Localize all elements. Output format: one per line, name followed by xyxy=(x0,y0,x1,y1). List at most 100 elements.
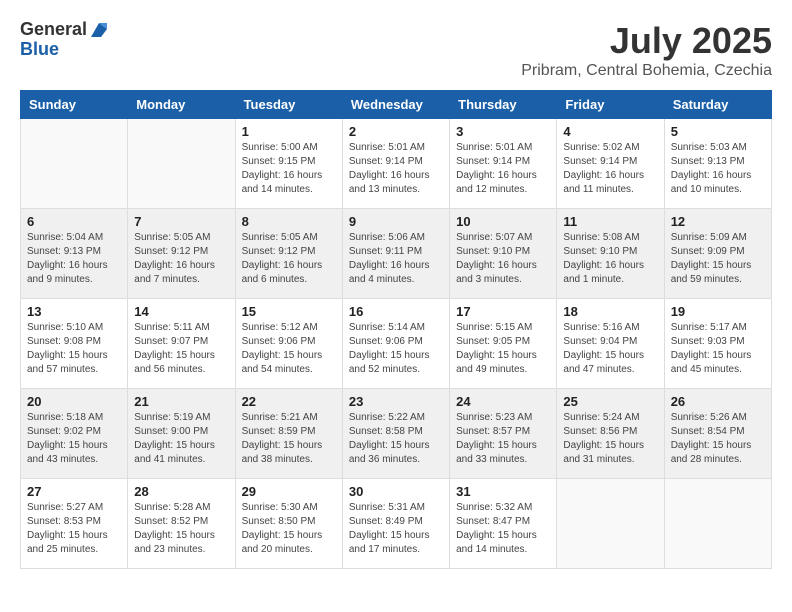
table-row: 4 Sunrise: 5:02 AM Sunset: 9:14 PM Daylig… xyxy=(557,119,664,209)
table-row: 19 Sunrise: 5:17 AM Sunset: 9:03 PM Dayli… xyxy=(664,299,771,389)
header-sunday: Sunday xyxy=(21,91,128,119)
day-number: 27 xyxy=(27,484,121,499)
header-wednesday: Wednesday xyxy=(342,91,449,119)
table-row: 22 Sunrise: 5:21 AM Sunset: 8:59 PM Dayli… xyxy=(235,389,342,479)
day-number: 20 xyxy=(27,394,121,409)
day-info: Sunrise: 5:04 AM Sunset: 9:13 PM Dayligh… xyxy=(27,231,121,287)
page-header: General Blue July 2025 Pribram, Central … xyxy=(20,20,772,80)
day-number: 11 xyxy=(563,214,657,229)
day-number: 5 xyxy=(671,124,765,139)
table-row: 18Sunrise: 5:16 AM Sunset: 9:04 PM Dayli… xyxy=(557,299,664,389)
day-info: Sunrise: 5:19 AM Sunset: 9:00 PM Dayligh… xyxy=(134,411,228,467)
table-row: 5 Sunrise: 5:03 AM Sunset: 9:13 PM Daylig… xyxy=(664,119,771,209)
table-row: 21 Sunrise: 5:19 AM Sunset: 9:00 PM Dayli… xyxy=(128,389,235,479)
table-row: 7Sunrise: 5:05 AM Sunset: 9:12 PM Daylig… xyxy=(128,209,235,299)
day-info: Sunrise: 5:21 AM Sunset: 8:59 PM Dayligh… xyxy=(242,411,336,467)
calendar-week-row: 6 Sunrise: 5:04 AM Sunset: 9:13 PM Daylig… xyxy=(21,209,772,299)
day-info: Sunrise: 5:18 AM Sunset: 9:02 PM Dayligh… xyxy=(27,411,121,467)
day-info: Sunrise: 5:08 AM Sunset: 9:10 PM Dayligh… xyxy=(563,231,657,287)
table-row: 9 Sunrise: 5:06 AM Sunset: 9:11 PM Daylig… xyxy=(342,209,449,299)
day-info: Sunrise: 5:23 AM Sunset: 8:57 PM Dayligh… xyxy=(456,411,550,467)
month-title: July 2025 xyxy=(521,20,772,62)
day-number: 13 xyxy=(27,304,121,319)
day-info: Sunrise: 5:17 AM Sunset: 9:03 PM Dayligh… xyxy=(671,321,765,377)
day-number: 4 xyxy=(563,124,657,139)
table-row: 12Sunrise: 5:09 AM Sunset: 9:09 PM Dayli… xyxy=(664,209,771,299)
table-row xyxy=(664,479,771,569)
header-monday: Monday xyxy=(128,91,235,119)
calendar-week-row: 13 Sunrise: 5:10 AM Sunset: 9:08 PM Dayli… xyxy=(21,299,772,389)
table-row: 2 Sunrise: 5:01 AM Sunset: 9:14 PM Daylig… xyxy=(342,119,449,209)
day-info: Sunrise: 5:06 AM Sunset: 9:11 PM Dayligh… xyxy=(349,231,443,287)
day-number: 21 xyxy=(134,394,228,409)
day-number: 1 xyxy=(242,124,336,139)
day-info: Sunrise: 5:31 AM Sunset: 8:49 PM Dayligh… xyxy=(349,501,443,557)
day-info: Sunrise: 5:30 AM Sunset: 8:50 PM Dayligh… xyxy=(242,501,336,557)
header-saturday: Saturday xyxy=(664,91,771,119)
day-number: 3 xyxy=(456,124,550,139)
header-thursday: Thursday xyxy=(450,91,557,119)
day-number: 9 xyxy=(349,214,443,229)
day-number: 7 xyxy=(134,214,228,229)
day-number: 2 xyxy=(349,124,443,139)
title-area: July 2025 Pribram, Central Bohemia, Czec… xyxy=(521,20,772,80)
day-info: Sunrise: 5:26 AM Sunset: 8:54 PM Dayligh… xyxy=(671,411,765,467)
calendar-table: Sunday Monday Tuesday Wednesday Thursday… xyxy=(20,90,772,569)
table-row: 20 Sunrise: 5:18 AM Sunset: 9:02 PM Dayli… xyxy=(21,389,128,479)
day-number: 12 xyxy=(671,214,765,229)
table-row: 17 Sunrise: 5:15 AM Sunset: 9:05 PM Dayli… xyxy=(450,299,557,389)
day-number: 6 xyxy=(27,214,121,229)
day-number: 15 xyxy=(242,304,336,319)
day-info: Sunrise: 5:01 AM Sunset: 9:14 PM Dayligh… xyxy=(456,141,550,197)
day-info: Sunrise: 5:07 AM Sunset: 9:10 PM Dayligh… xyxy=(456,231,550,287)
day-number: 24 xyxy=(456,394,550,409)
table-row: 6 Sunrise: 5:04 AM Sunset: 9:13 PM Daylig… xyxy=(21,209,128,299)
day-info: Sunrise: 5:32 AM Sunset: 8:47 PM Dayligh… xyxy=(456,501,550,557)
day-info: Sunrise: 5:02 AM Sunset: 9:14 PM Dayligh… xyxy=(563,141,657,197)
day-number: 23 xyxy=(349,394,443,409)
table-row: 13 Sunrise: 5:10 AM Sunset: 9:08 PM Dayli… xyxy=(21,299,128,389)
table-row: 1 Sunrise: 5:00 AM Sunset: 9:15 PM Daylig… xyxy=(235,119,342,209)
table-row: 28 Sunrise: 5:28 AM Sunset: 8:52 PM Dayli… xyxy=(128,479,235,569)
calendar-week-row: 20 Sunrise: 5:18 AM Sunset: 9:02 PM Dayli… xyxy=(21,389,772,479)
table-row: 25 Sunrise: 5:24 AM Sunset: 8:56 PM Dayli… xyxy=(557,389,664,479)
day-number: 29 xyxy=(242,484,336,499)
day-number: 19 xyxy=(671,304,765,319)
calendar-week-row: 27 Sunrise: 5:27 AM Sunset: 8:53 PM Dayli… xyxy=(21,479,772,569)
table-row: 16Sunrise: 5:14 AM Sunset: 9:06 PM Dayli… xyxy=(342,299,449,389)
day-number: 30 xyxy=(349,484,443,499)
table-row: 26Sunrise: 5:26 AM Sunset: 8:54 PM Dayli… xyxy=(664,389,771,479)
day-info: Sunrise: 5:12 AM Sunset: 9:06 PM Dayligh… xyxy=(242,321,336,377)
table-row xyxy=(21,119,128,209)
day-info: Sunrise: 5:15 AM Sunset: 9:05 PM Dayligh… xyxy=(456,321,550,377)
day-info: Sunrise: 5:14 AM Sunset: 9:06 PM Dayligh… xyxy=(349,321,443,377)
day-info: Sunrise: 5:11 AM Sunset: 9:07 PM Dayligh… xyxy=(134,321,228,377)
table-row: 3 Sunrise: 5:01 AM Sunset: 9:14 PM Daylig… xyxy=(450,119,557,209)
table-row: 27 Sunrise: 5:27 AM Sunset: 8:53 PM Dayli… xyxy=(21,479,128,569)
day-number: 22 xyxy=(242,394,336,409)
calendar-week-row: 1 Sunrise: 5:00 AM Sunset: 9:15 PM Daylig… xyxy=(21,119,772,209)
logo: General Blue xyxy=(20,20,109,60)
table-row: 11 Sunrise: 5:08 AM Sunset: 9:10 PM Dayli… xyxy=(557,209,664,299)
day-info: Sunrise: 5:00 AM Sunset: 9:15 PM Dayligh… xyxy=(242,141,336,197)
day-info: Sunrise: 5:10 AM Sunset: 9:08 PM Dayligh… xyxy=(27,321,121,377)
day-number: 25 xyxy=(563,394,657,409)
table-row: 29 Sunrise: 5:30 AM Sunset: 8:50 PM Dayli… xyxy=(235,479,342,569)
day-info: Sunrise: 5:01 AM Sunset: 9:14 PM Dayligh… xyxy=(349,141,443,197)
day-info: Sunrise: 5:03 AM Sunset: 9:13 PM Dayligh… xyxy=(671,141,765,197)
table-row: 10 Sunrise: 5:07 AM Sunset: 9:10 PM Dayli… xyxy=(450,209,557,299)
table-row: 8Sunrise: 5:05 AM Sunset: 9:12 PM Daylig… xyxy=(235,209,342,299)
day-number: 28 xyxy=(134,484,228,499)
table-row: 23Sunrise: 5:22 AM Sunset: 8:58 PM Dayli… xyxy=(342,389,449,479)
day-number: 17 xyxy=(456,304,550,319)
day-info: Sunrise: 5:16 AM Sunset: 9:04 PM Dayligh… xyxy=(563,321,657,377)
day-number: 10 xyxy=(456,214,550,229)
day-info: Sunrise: 5:28 AM Sunset: 8:52 PM Dayligh… xyxy=(134,501,228,557)
table-row: 31Sunrise: 5:32 AM Sunset: 8:47 PM Dayli… xyxy=(450,479,557,569)
location: Pribram, Central Bohemia, Czechia xyxy=(521,62,772,80)
table-row xyxy=(557,479,664,569)
day-info: Sunrise: 5:24 AM Sunset: 8:56 PM Dayligh… xyxy=(563,411,657,467)
day-number: 14 xyxy=(134,304,228,319)
table-row xyxy=(128,119,235,209)
day-info: Sunrise: 5:27 AM Sunset: 8:53 PM Dayligh… xyxy=(27,501,121,557)
